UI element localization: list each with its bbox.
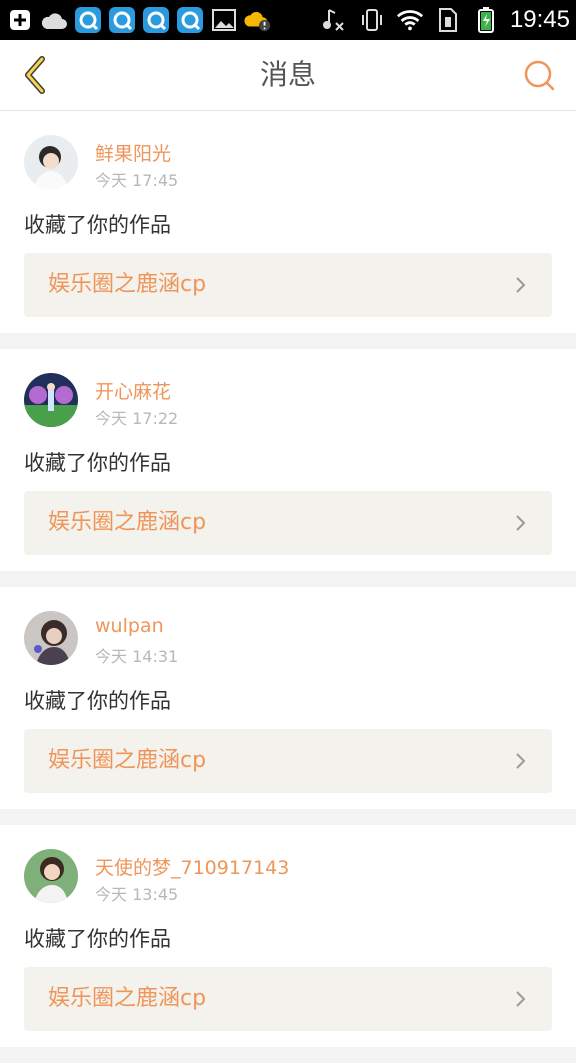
- top-bar: 消息: [0, 40, 576, 111]
- battery-charging-icon: [472, 6, 500, 34]
- message-text: 收藏了你的作品: [24, 451, 171, 475]
- user-name[interactable]: wulpan: [95, 615, 164, 637]
- user-name[interactable]: 鲜果阳光: [95, 139, 171, 166]
- chevron-right-icon: [516, 277, 526, 293]
- clock: 19:45: [509, 6, 570, 33]
- timestamp: 今天 13:45: [95, 885, 179, 904]
- page-title: 消息: [259, 58, 316, 91]
- work-title: 娱乐圈之鹿涵cp: [48, 748, 207, 773]
- avatar[interactable]: [24, 135, 78, 189]
- sim-icon: [434, 6, 462, 34]
- search-button[interactable]: [516, 52, 562, 98]
- message-text: 收藏了你的作品: [24, 689, 171, 713]
- message-card: 天使的梦_710917143 今天 13:45 收藏了你的作品 娱乐圈之鹿涵cp: [0, 825, 576, 1047]
- avatar[interactable]: [24, 611, 78, 665]
- work-link[interactable]: 娱乐圈之鹿涵cp: [24, 729, 552, 793]
- message-card: 鲜果阳光 今天 17:45 收藏了你的作品 娱乐圈之鹿涵cp: [0, 111, 576, 333]
- user-name[interactable]: 开心麻花: [95, 377, 171, 404]
- vibrate-icon: [358, 6, 386, 34]
- work-link[interactable]: 娱乐圈之鹿涵cp: [24, 253, 552, 317]
- message-card: wulpan 今天 14:31 收藏了你的作品 娱乐圈之鹿涵cp: [0, 587, 576, 809]
- app-q-icon: [142, 6, 170, 34]
- weather-alert-icon: [244, 6, 272, 34]
- timestamp: 今天 17:22: [95, 409, 179, 428]
- message-text: 收藏了你的作品: [24, 213, 171, 237]
- timestamp: 今天 14:31: [95, 647, 179, 666]
- work-title: 娱乐圈之鹿涵cp: [48, 510, 207, 535]
- chevron-right-icon: [516, 515, 526, 531]
- music-mute-icon: [320, 6, 348, 34]
- image-icon: [210, 6, 238, 34]
- wifi-icon: [396, 6, 424, 34]
- work-title: 娱乐圈之鹿涵cp: [48, 986, 207, 1011]
- message-text: 收藏了你的作品: [24, 927, 171, 951]
- chevron-right-icon: [516, 991, 526, 1007]
- app-q-icon: [176, 6, 204, 34]
- status-bar: 19:45: [0, 0, 576, 40]
- system-icons: 19:45: [320, 4, 570, 36]
- chevron-right-icon: [516, 753, 526, 769]
- app-q-icon: [108, 6, 136, 34]
- timestamp: 今天 17:45: [95, 171, 179, 190]
- work-link[interactable]: 娱乐圈之鹿涵cp: [24, 967, 552, 1031]
- app-q-icon: [74, 6, 102, 34]
- notification-icons: [6, 4, 272, 36]
- message-card: 开心麻花 今天 17:22 收藏了你的作品 娱乐圈之鹿涵cp: [0, 349, 576, 571]
- avatar[interactable]: [24, 373, 78, 427]
- message-list: 鲜果阳光 今天 17:45 收藏了你的作品 娱乐圈之鹿涵cp 开心麻花 今天 1…: [0, 111, 576, 1063]
- work-link[interactable]: 娱乐圈之鹿涵cp: [24, 491, 552, 555]
- work-title: 娱乐圈之鹿涵cp: [48, 272, 207, 297]
- search-icon: [524, 60, 555, 91]
- user-name[interactable]: 天使的梦_710917143: [95, 853, 289, 880]
- avatar[interactable]: [24, 849, 78, 903]
- add-box-icon: [6, 6, 34, 34]
- cloud-icon: [40, 6, 68, 34]
